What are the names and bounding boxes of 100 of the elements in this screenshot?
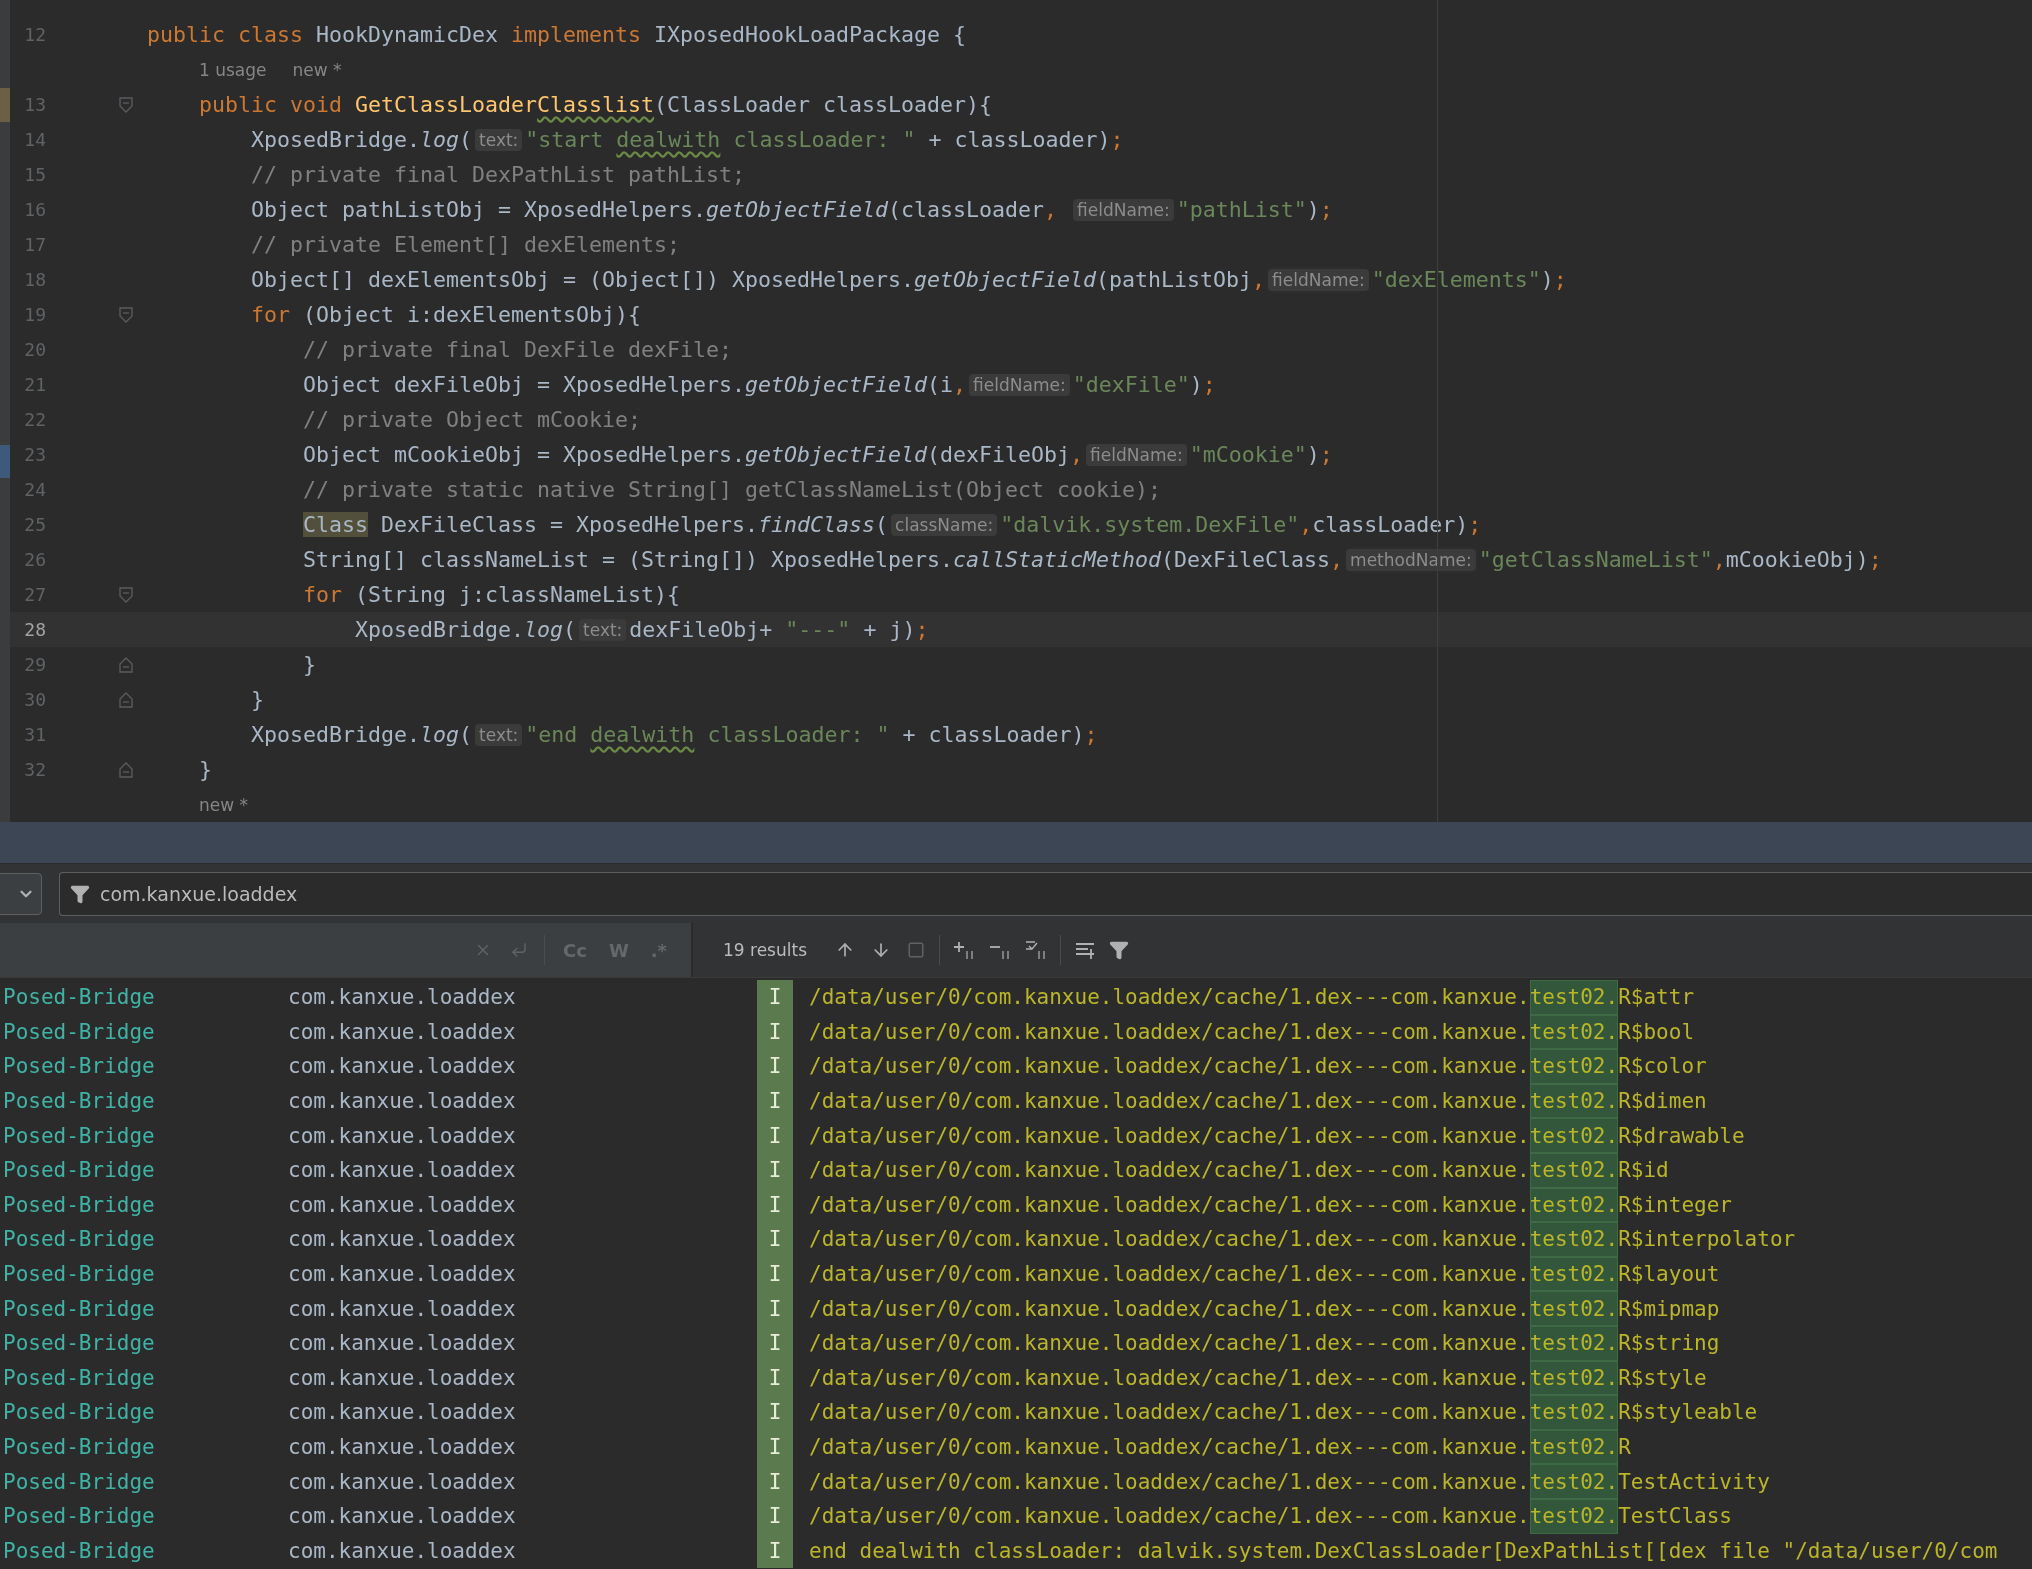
highlighted-keyword: Class bbox=[303, 512, 369, 537]
code-lens-hint[interactable]: new * bbox=[292, 59, 342, 80]
code-text: Object[] dexElementsObj = (Object[]) XposedHelpers. bbox=[251, 267, 915, 292]
line-number: 31 bbox=[23, 724, 46, 745]
keyword: public bbox=[147, 22, 225, 47]
search-match: test02. bbox=[1529, 1118, 1619, 1153]
code-punctuation: ; bbox=[1868, 547, 1882, 572]
code-punctuation: ; bbox=[915, 617, 929, 642]
log-level-badge: I bbox=[757, 1464, 793, 1499]
log-package: com.kanxue.loaddex bbox=[288, 1123, 517, 1148]
code-text: mCookieObj) bbox=[1725, 547, 1869, 572]
parameter-hint: fieldName: bbox=[1073, 198, 1174, 221]
filter-field[interactable]: com.kanxue.loaddex bbox=[59, 871, 2032, 916]
log-tag: Posed-Bridge bbox=[0, 1296, 288, 1321]
log-tag: Posed-Bridge bbox=[0, 1331, 288, 1356]
log-tag: Posed-Bridge bbox=[0, 1538, 288, 1563]
log-level-badge: I bbox=[757, 1222, 793, 1257]
fold-icon[interactable] bbox=[119, 656, 133, 673]
fold-icon[interactable] bbox=[119, 306, 133, 323]
code-comment: // private static native String[] getClassNameList(Object cookie); bbox=[303, 477, 1162, 502]
log-tag: Posed-Bridge bbox=[0, 1123, 288, 1148]
string-literal: dealwith bbox=[616, 127, 721, 152]
log-tag: Posed-Bridge bbox=[0, 1227, 288, 1252]
device-dropdown[interactable] bbox=[0, 872, 42, 915]
code-punctuation: , bbox=[1712, 547, 1726, 572]
log-package: com.kanxue.loaddex bbox=[288, 1019, 517, 1044]
log-message: R$dimen bbox=[1618, 1088, 1707, 1116]
code-text: Object mCookieObj = XposedHelpers. bbox=[303, 442, 746, 467]
method-name: Classlist bbox=[537, 92, 655, 117]
log-level-badge: I bbox=[757, 1360, 793, 1396]
code-text: ) bbox=[1306, 197, 1320, 222]
code-lens-hint[interactable]: new * bbox=[199, 794, 249, 815]
code-text: ( bbox=[875, 512, 889, 537]
code-punctuation: , bbox=[953, 372, 967, 397]
method-call: log bbox=[524, 617, 564, 642]
select-all-occurrences-icon[interactable] bbox=[1024, 939, 1048, 961]
code-text: Object pathListObj = XposedHelpers. bbox=[251, 197, 707, 222]
search-match: test02. bbox=[1529, 1395, 1619, 1430]
code-lens-hint[interactable]: 1 usage bbox=[199, 59, 267, 80]
keyword: implements bbox=[511, 22, 642, 47]
log-message: /data/user/0/com.kanxue.loaddex/cache/1.dex---com.kanxue. bbox=[809, 1122, 1530, 1150]
keyword: class bbox=[237, 22, 304, 47]
log-tag: Posed-Bridge bbox=[0, 1400, 288, 1425]
code-text: } bbox=[199, 757, 213, 782]
log-message: /data/user/0/com.kanxue.loaddex/cache/1.dex---com.kanxue. bbox=[809, 1434, 1530, 1461]
log-message: /data/user/0/com.kanxue.loaddex/cache/1.dex---com.kanxue. bbox=[809, 1468, 1530, 1496]
code-text: (ClassLoader classLoader){ bbox=[654, 92, 993, 117]
code-punctuation: , bbox=[1330, 547, 1344, 572]
code-text: (pathListObj bbox=[1096, 267, 1253, 292]
string-literal: "dexFile" bbox=[1072, 372, 1190, 397]
fold-icon[interactable] bbox=[119, 761, 133, 778]
log-message: R$mipmap bbox=[1618, 1295, 1720, 1323]
line-number: 17 bbox=[23, 234, 46, 255]
log-level-badge: I bbox=[757, 1498, 793, 1534]
fold-icon[interactable] bbox=[119, 96, 133, 113]
log-level-badge: I bbox=[757, 1118, 793, 1153]
code-text: (dexFileObj bbox=[927, 442, 1071, 467]
parameter-hint: text: bbox=[475, 128, 523, 151]
line-number: 30 bbox=[23, 689, 46, 710]
code-comment: // private Element[] dexElements; bbox=[251, 232, 681, 257]
fold-icon[interactable] bbox=[119, 691, 133, 708]
keyword: public bbox=[199, 92, 278, 117]
code-comment: // private final DexPathList pathList; bbox=[251, 162, 746, 187]
log-message: R bbox=[1618, 1434, 1631, 1461]
parameter-hint: text: bbox=[579, 618, 627, 641]
log-message: R$drawable bbox=[1618, 1122, 1745, 1150]
code-text: String[] classNameList = (String[]) XposedHelpers. bbox=[303, 547, 954, 572]
log-message: /data/user/0/com.kanxue.loaddex/cache/1.dex---com.kanxue. bbox=[809, 1295, 1530, 1323]
log-package: com.kanxue.loaddex bbox=[288, 1435, 517, 1459]
line-number: 26 bbox=[23, 549, 46, 570]
search-match: test02. bbox=[1529, 1083, 1619, 1119]
line-number: 32 bbox=[23, 759, 46, 780]
code-punctuation: , bbox=[1252, 267, 1266, 292]
log-message: /data/user/0/com.kanxue.loaddex/cache/1.dex---com.kanxue. bbox=[809, 1503, 1530, 1531]
log-tag: Posed-Bridge bbox=[0, 1054, 288, 1079]
filter-icon[interactable] bbox=[1109, 940, 1129, 960]
log-level-badge: I bbox=[757, 1429, 793, 1465]
log-package: com.kanxue.loaddex bbox=[288, 1089, 517, 1114]
line-number: 15 bbox=[23, 164, 46, 185]
fold-icon[interactable] bbox=[119, 586, 133, 603]
search-match: test02. bbox=[1529, 1014, 1619, 1050]
add-occurrence-icon[interactable] bbox=[952, 939, 976, 961]
log-tag: Posed-Bridge bbox=[0, 1019, 288, 1044]
code-text: } bbox=[303, 652, 317, 677]
code-text: ) bbox=[1189, 372, 1203, 397]
log-message: TestActivity bbox=[1618, 1468, 1770, 1496]
code-text: XposedBridge. bbox=[355, 617, 525, 642]
log-package: com.kanxue.loaddex bbox=[288, 1296, 517, 1321]
code-punctuation: ; bbox=[1553, 267, 1567, 292]
method-name: GetClassLoader bbox=[354, 92, 538, 117]
code-text: + classLoader) bbox=[901, 722, 1085, 747]
search-match: test02. bbox=[1529, 1325, 1619, 1361]
code-comment: // private final DexFile dexFile; bbox=[303, 337, 733, 362]
parameter-hint: methodName: bbox=[1346, 548, 1476, 571]
line-number: 28 bbox=[23, 619, 46, 640]
code-punctuation: ; bbox=[1319, 197, 1333, 222]
method-call: findClass bbox=[758, 512, 876, 537]
search-match: test02. bbox=[1529, 980, 1619, 1015]
string-literal: "mCookie" bbox=[1189, 442, 1307, 467]
log-package: com.kanxue.loaddex bbox=[288, 1365, 517, 1390]
